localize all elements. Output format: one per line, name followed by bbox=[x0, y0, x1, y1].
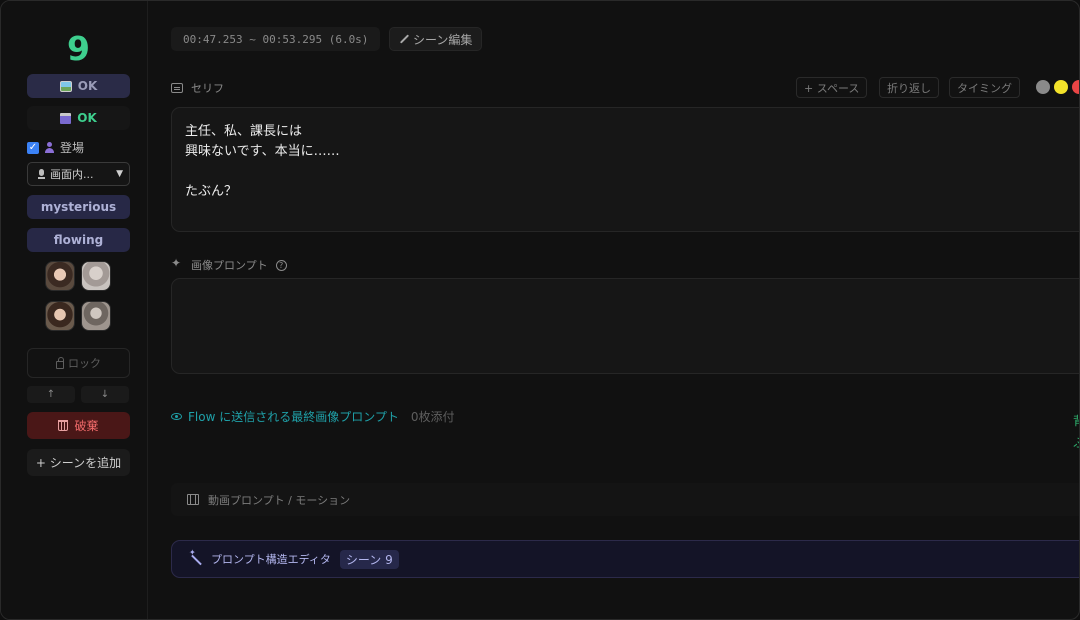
dialogue-section-label: セリフ bbox=[171, 80, 224, 96]
image-prompt-textarea[interactable] bbox=[171, 278, 1079, 374]
appear-checkbox-row[interactable]: ✓ 登場 bbox=[27, 139, 84, 156]
mood-tag-flowing[interactable]: flowing bbox=[27, 228, 130, 252]
clipped-edge-text: 背 bbox=[1073, 412, 1079, 429]
edit-scene-label: シーン編集 bbox=[413, 32, 473, 47]
image-icon bbox=[59, 80, 72, 92]
chevron-down-icon: ▼ bbox=[116, 169, 123, 179]
lock-label: ロック bbox=[68, 357, 101, 370]
mood-tag-mysterious[interactable]: mysterious bbox=[27, 195, 130, 219]
help-icon[interactable]: ? bbox=[275, 259, 287, 271]
video-status-button[interactable]: OK bbox=[27, 106, 130, 130]
character-avatar[interactable] bbox=[45, 301, 75, 331]
dialogue-label: セリフ bbox=[191, 82, 224, 95]
image-status-label: OK bbox=[77, 79, 98, 93]
clipped-edge-text: ふ bbox=[1073, 434, 1079, 451]
final-prompt-link[interactable]: Flow に送信される最終画像プロンプト 0枚添付 bbox=[171, 408, 455, 425]
video-prompt-section[interactable]: 動画プロンプト / モーション bbox=[171, 483, 1079, 516]
magic-wand-icon bbox=[189, 548, 202, 566]
timecode-range: 00:47.253 ~ 00:53.295 (6.0s) bbox=[171, 27, 381, 51]
edit-scene-button[interactable]: シーン編集 bbox=[389, 27, 483, 51]
destroy-button[interactable]: 破棄 bbox=[27, 412, 130, 439]
line-wrap-button[interactable]: 折り返し bbox=[879, 77, 939, 98]
lock-icon bbox=[56, 356, 64, 369]
attachment-count: 0枚添付 bbox=[410, 410, 455, 424]
color-dot-red[interactable] bbox=[1072, 80, 1079, 94]
move-down-button[interactable]: ↓ bbox=[81, 386, 129, 403]
voice-select-value: 画面内... bbox=[50, 168, 94, 181]
image-status-button[interactable]: OK bbox=[27, 74, 130, 98]
voice-select[interactable]: 画面内... ▼ bbox=[27, 162, 130, 186]
lock-button[interactable]: ロック bbox=[27, 348, 130, 378]
sparkle-icon bbox=[171, 256, 183, 271]
trash-icon bbox=[58, 420, 69, 431]
appear-label: 登場 bbox=[60, 141, 85, 155]
color-dot-gray[interactable] bbox=[1036, 80, 1050, 94]
color-dot-yellow[interactable] bbox=[1054, 80, 1068, 94]
dialogue-textarea[interactable]: 主任、私、課長には 興味ないです、本当に…… たぶん？ bbox=[171, 107, 1079, 232]
character-avatar[interactable] bbox=[81, 301, 111, 331]
image-prompt-section-label: 画像プロンプト ? bbox=[171, 256, 287, 273]
person-icon bbox=[44, 142, 55, 153]
insert-space-button[interactable]: + スペース bbox=[796, 77, 868, 98]
final-prompt-label: Flow に送信される最終画像プロンプト bbox=[188, 410, 399, 424]
scene-sidebar: 9 OK OK ✓ 登場 画面内... ▼ mysterious flowing… bbox=[1, 1, 148, 619]
image-prompt-label: 画像プロンプト bbox=[191, 259, 268, 272]
scene-number: 9 bbox=[67, 29, 90, 68]
film-icon bbox=[187, 494, 199, 505]
eye-icon bbox=[171, 413, 182, 420]
video-prompt-label: 動画プロンプト / モーション bbox=[208, 493, 351, 507]
character-avatar[interactable] bbox=[45, 261, 75, 291]
add-scene-button[interactable]: + シーンを追加 bbox=[27, 449, 130, 476]
timing-button[interactable]: タイミング bbox=[949, 77, 1020, 98]
scene-badge: シーン 9 bbox=[339, 549, 399, 569]
character-avatar[interactable] bbox=[81, 261, 111, 291]
subtitle-icon bbox=[171, 83, 183, 93]
video-status-label: OK bbox=[77, 111, 97, 125]
microphone-icon bbox=[38, 168, 45, 180]
appear-checkbox[interactable]: ✓ bbox=[27, 141, 39, 154]
structure-editor-label: プロンプト構造エディタ bbox=[211, 553, 331, 566]
move-up-button[interactable]: ↑ bbox=[27, 386, 75, 403]
prompt-structure-editor[interactable]: プロンプト構造エディタ シーン 9 bbox=[171, 540, 1079, 578]
destroy-label: 破棄 bbox=[74, 419, 99, 433]
pencil-icon bbox=[399, 34, 410, 44]
clapperboard-icon bbox=[60, 112, 72, 124]
app-frame: 9 OK OK ✓ 登場 画面内... ▼ mysterious flowing… bbox=[0, 0, 1080, 620]
